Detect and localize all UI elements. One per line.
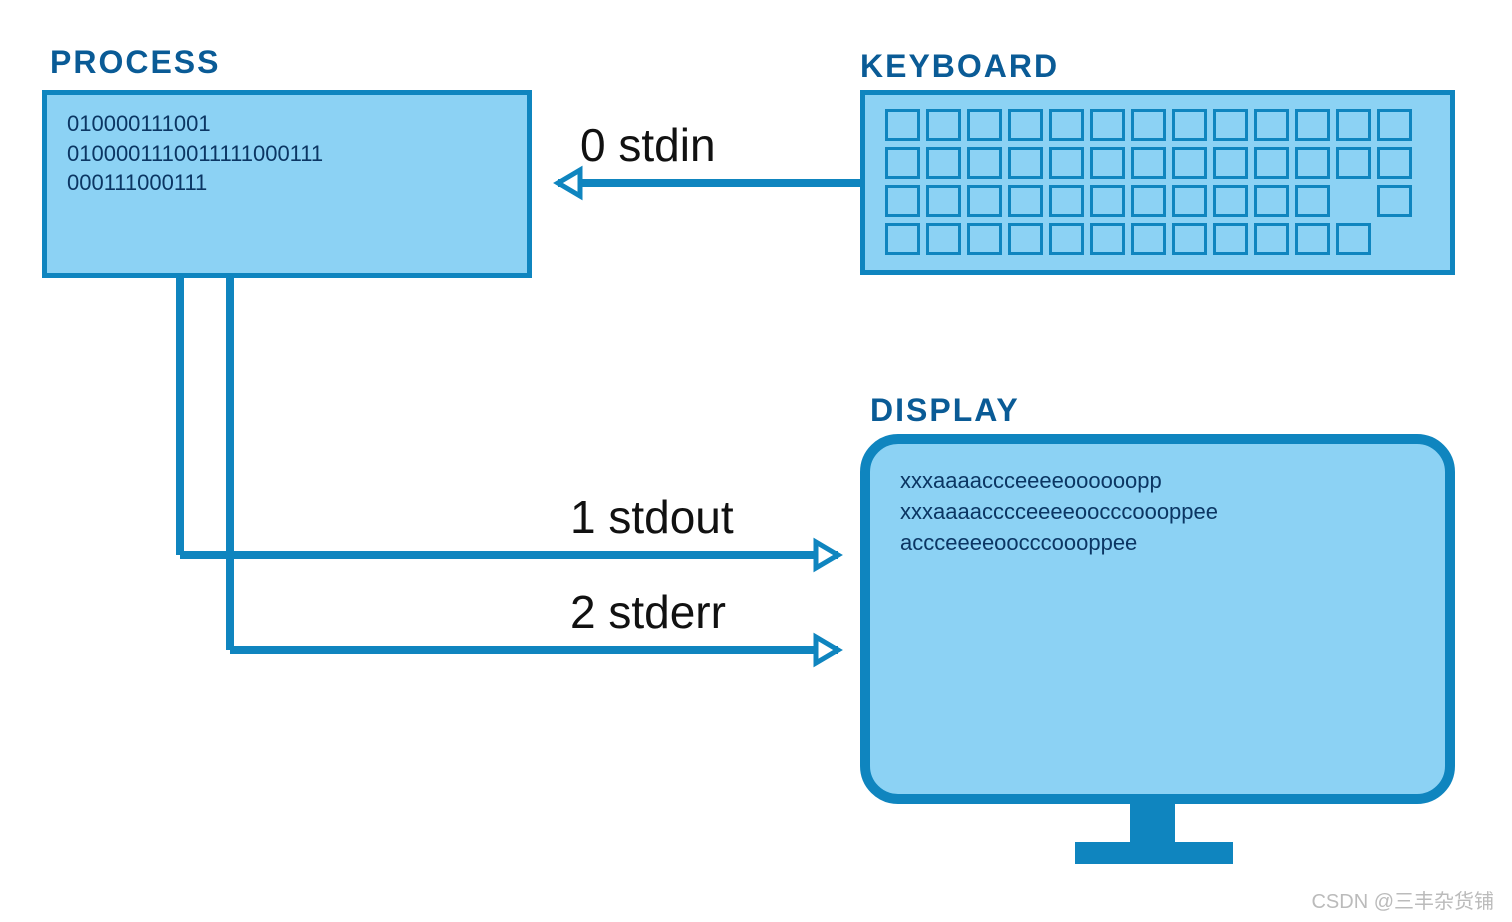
key-icon [1049, 109, 1084, 141]
process-line1: 010000111001 [67, 109, 507, 139]
key-icon [967, 109, 1002, 141]
stderr-label: 2 stderr [570, 585, 726, 639]
process-content: 010000111001 0100001110011111000111 0001… [47, 95, 527, 212]
key-icon [967, 185, 1002, 217]
key-icon [1172, 109, 1207, 141]
monitor-stand-base-icon [1075, 842, 1233, 864]
key-icon [1213, 223, 1248, 255]
key-icon [1008, 185, 1043, 217]
key-icon [1049, 147, 1084, 179]
stdin-label: 0 stdin [580, 118, 716, 172]
key-icon [1172, 185, 1207, 217]
key-icon [967, 223, 1002, 255]
process-line2: 0100001110011111000111 [67, 139, 507, 169]
key-icon [1172, 223, 1207, 255]
keyboard-title: KEYBOARD [860, 48, 1059, 85]
key-icon [1049, 223, 1084, 255]
key-icon [1008, 223, 1043, 255]
key-icon [926, 147, 961, 179]
monitor-stand-neck-icon [1130, 804, 1175, 842]
key-icon [885, 223, 920, 255]
key-icon [1008, 109, 1043, 141]
key-icon [1295, 109, 1330, 141]
stdin-arrowhead-icon [558, 170, 580, 196]
key-icon [1008, 147, 1043, 179]
key-icon [1336, 223, 1371, 255]
keyboard-row-3 [885, 185, 1430, 217]
process-title: PROCESS [50, 44, 220, 81]
process-line3: 000111000111 [67, 168, 507, 198]
stdout-label: 1 stdout [570, 490, 734, 544]
display-line3: accceeeeoocccoooppee [900, 528, 1415, 559]
key-icon [1254, 223, 1289, 255]
keyboard-box [860, 90, 1455, 275]
key-icon [1213, 109, 1248, 141]
key-icon [1295, 185, 1330, 217]
key-icon [1090, 223, 1125, 255]
key-icon [1131, 109, 1166, 141]
key-icon [1131, 223, 1166, 255]
key-icon [1131, 185, 1166, 217]
display-title: DISPLAY [870, 392, 1020, 429]
display-line1: xxxaaaaccceeeeoooooopp [900, 466, 1415, 497]
display-screen: xxxaaaaccceeeeoooooopp xxxaaaacccceeeeoo… [860, 434, 1455, 804]
key-icon [1377, 185, 1412, 217]
display-line2: xxxaaaacccceeeeoocccoooppee [900, 497, 1415, 528]
display-content: xxxaaaaccceeeeoooooopp xxxaaaacccceeeeoo… [870, 444, 1445, 580]
watermark: CSDN @三丰杂货铺 [1311, 885, 1494, 914]
key-icon [1336, 109, 1371, 141]
key-icon [1090, 147, 1125, 179]
key-icon [1131, 147, 1166, 179]
key-icon [1295, 223, 1330, 255]
key-icon [926, 185, 961, 217]
key-icon [885, 185, 920, 217]
key-icon [967, 147, 1002, 179]
key-icon [1090, 185, 1125, 217]
key-icon [1090, 109, 1125, 141]
key-icon [1254, 147, 1289, 179]
keyboard-row-4 [885, 223, 1430, 255]
key-icon [926, 109, 961, 141]
stderr-arrowhead-icon [816, 637, 838, 663]
key-icon [926, 223, 961, 255]
key-icon [885, 147, 920, 179]
keyboard-row-2 [885, 147, 1430, 179]
key-icon [1049, 185, 1084, 217]
process-box: 010000111001 0100001110011111000111 0001… [42, 90, 532, 278]
key-icon [1172, 147, 1207, 179]
key-icon [885, 109, 920, 141]
key-icon [1213, 185, 1248, 217]
stdout-arrowhead-icon [816, 542, 838, 568]
key-icon [1254, 185, 1289, 217]
keyboard-row-1 [885, 109, 1430, 141]
key-icon [1254, 109, 1289, 141]
key-icon [1295, 147, 1330, 179]
key-icon [1213, 147, 1248, 179]
key-icon [1377, 109, 1412, 141]
key-icon [1377, 147, 1412, 179]
key-icon [1336, 147, 1371, 179]
